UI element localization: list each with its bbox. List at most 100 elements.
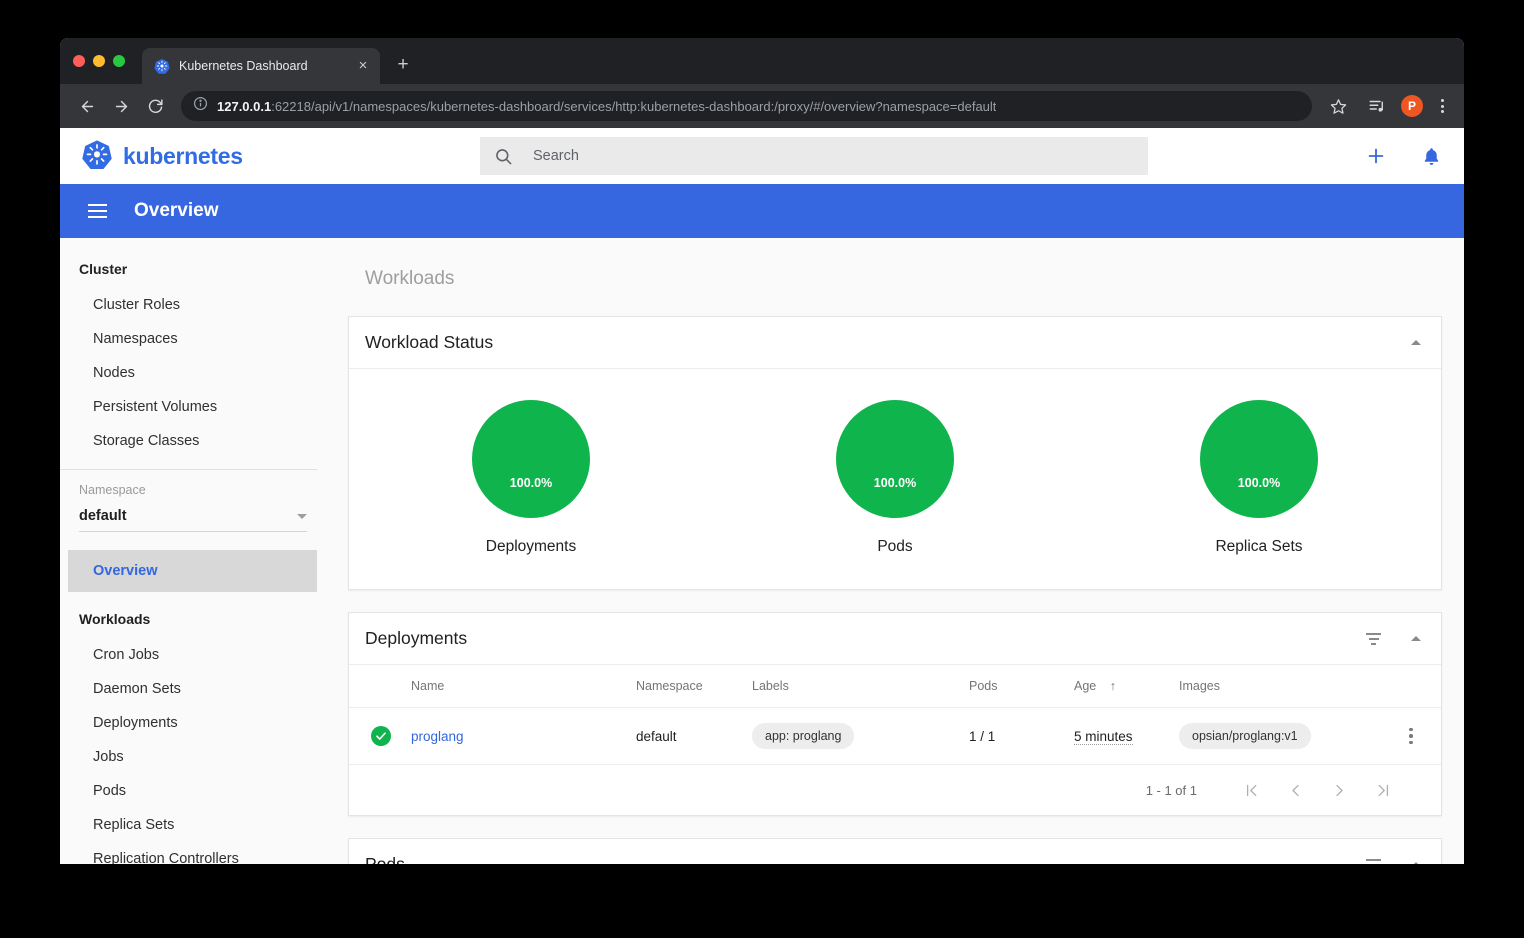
sidebar-item-jobs[interactable]: Jobs (60, 740, 329, 774)
deployments-table-body: proglang default app: proglang 1 / 1 5 m… (349, 707, 1441, 765)
column-labels[interactable]: Labels (746, 665, 963, 708)
sidebar-item-deployments[interactable]: Deployments (60, 706, 329, 740)
header-actions (1365, 145, 1442, 167)
close-tab-button[interactable]: × (354, 57, 372, 75)
reload-button[interactable] (140, 91, 170, 121)
column-name[interactable]: Name (405, 665, 630, 708)
sidebar-item-replication-controllers[interactable]: Replication Controllers (60, 842, 329, 864)
check-circle-icon (371, 726, 391, 746)
table-row[interactable]: proglang default app: proglang 1 / 1 5 m… (349, 707, 1441, 765)
workload-status-actions (1411, 340, 1421, 345)
back-button[interactable] (72, 91, 102, 121)
page-title: Overview (134, 200, 219, 221)
url-path: :62218/api/v1/namespaces/kubernetes-dash… (271, 98, 997, 114)
cell-age: 5 minutes (1068, 707, 1173, 765)
sidebar-item-daemon-sets[interactable]: Daemon Sets (60, 672, 329, 706)
browser-tab-title: Kubernetes Dashboard (179, 59, 308, 73)
kubernetes-icon (154, 58, 170, 74)
sidebar-item-overview[interactable]: Overview (68, 550, 317, 592)
deployments-table: Name Namespace Labels Pods Age ↑ Images (349, 665, 1441, 765)
app-header: kubernetes Search (60, 128, 1464, 184)
previous-page-button[interactable] (1273, 770, 1317, 810)
chart-label: Deployments (485, 538, 577, 555)
deployment-link[interactable]: proglang (411, 729, 464, 744)
url-host: 127.0.0.1 (217, 98, 272, 114)
close-window-button[interactable] (73, 55, 85, 67)
column-images[interactable]: Images (1173, 665, 1381, 708)
chart-pods: 100.0% Pods (713, 400, 1077, 556)
image-chip[interactable]: opsian/proglang:v1 (1179, 723, 1311, 749)
sidebar-item-pods[interactable]: Pods (60, 774, 329, 808)
new-tab-button[interactable]: + (392, 54, 414, 76)
star-icon[interactable] (1323, 91, 1353, 121)
pie-percent-label: 100.0% (509, 476, 553, 490)
create-resource-button[interactable] (1365, 145, 1387, 167)
pie-chart: 100.0% (1200, 400, 1318, 518)
avatar[interactable]: P (1401, 95, 1423, 117)
sidebar-item-storage-classes[interactable]: Storage Classes (60, 424, 329, 458)
search-input[interactable]: Search (480, 137, 1148, 175)
app-body: Cluster Cluster Roles Namespaces Nodes P… (60, 238, 1464, 864)
minimize-window-button[interactable] (93, 55, 105, 67)
kubernetes-helm-icon (82, 139, 112, 174)
brand-name: kubernetes (123, 142, 243, 169)
column-namespace[interactable]: Namespace (630, 665, 746, 708)
sidebar-group-cluster: Cluster (79, 261, 128, 277)
caret-up-icon[interactable] (1411, 862, 1421, 864)
search-placeholder: Search (533, 148, 579, 164)
table-header-row: Name Namespace Labels Pods Age ↑ Images (349, 665, 1441, 708)
first-page-button[interactable] (1229, 770, 1273, 810)
browser-toolbar-actions: P (1323, 91, 1452, 121)
bell-icon[interactable] (1421, 146, 1442, 167)
chart-label: Replica Sets (1215, 538, 1303, 555)
next-page-button[interactable] (1317, 770, 1361, 810)
label-chip[interactable]: app: proglang (752, 723, 855, 749)
page-content: kubernetes Search Overview Cluster Clust… (60, 128, 1464, 864)
sidebar-item-cluster-roles[interactable]: Cluster Roles (60, 288, 329, 322)
pie-chart: 100.0% (472, 400, 590, 518)
namespace-selector: Namespace default (60, 470, 329, 532)
breadcrumb: Workloads (365, 268, 455, 289)
workload-status-charts: 100.0% Deployments 100.0% Pods 100.0% Re… (349, 369, 1441, 589)
info-icon (193, 96, 208, 116)
three-dot-menu-icon[interactable] (1432, 99, 1452, 113)
browser-toolbar: 127.0.0.1:62218/api/v1/namespaces/kubern… (60, 84, 1464, 128)
column-age[interactable]: Age ↑ (1068, 665, 1173, 708)
chart-deployments: 100.0% Deployments (349, 400, 713, 556)
media-playlist-icon[interactable] (1362, 91, 1392, 121)
sidebar-item-nodes[interactable]: Nodes (60, 356, 329, 390)
chart-replica-sets: 100.0% Replica Sets (1077, 400, 1441, 556)
workload-status-header: Workload Status (349, 317, 1441, 369)
filter-icon[interactable] (1366, 632, 1381, 645)
sidebar-item-replica-sets[interactable]: Replica Sets (60, 808, 329, 842)
deployments-table-head: Name Namespace Labels Pods Age ↑ Images (349, 665, 1441, 708)
last-page-button[interactable] (1361, 770, 1405, 810)
maximize-window-button[interactable] (113, 55, 125, 67)
pie-percent-label: 100.0% (1237, 476, 1281, 490)
filter-icon[interactable] (1366, 858, 1381, 864)
browser-tab[interactable]: Kubernetes Dashboard × (142, 48, 380, 84)
three-dot-menu-icon[interactable] (1387, 727, 1435, 745)
sidebar-item-cron-jobs[interactable]: Cron Jobs (60, 638, 329, 672)
caret-up-icon[interactable] (1411, 636, 1421, 641)
caret-up-icon[interactable] (1411, 340, 1421, 345)
pods-title: Pods (365, 854, 405, 864)
search-icon (494, 147, 513, 166)
deployments-actions (1366, 632, 1421, 645)
sidebar-item-persistent-volumes[interactable]: Persistent Volumes (60, 390, 329, 424)
namespace-select[interactable]: default (79, 508, 307, 532)
column-pods[interactable]: Pods (963, 665, 1068, 708)
cell-actions (1381, 707, 1441, 765)
sidebar-item-namespaces[interactable]: Namespaces (60, 322, 329, 356)
forward-button[interactable] (106, 91, 136, 121)
pods-header: Pods (349, 839, 1441, 864)
pagination-count: 1 - 1 of 1 (1145, 782, 1197, 798)
app-toolbar: Overview (60, 184, 1464, 238)
address-bar-url: 127.0.0.1:62218/api/v1/namespaces/kubern… (217, 99, 996, 114)
cell-name: proglang (405, 707, 630, 765)
hamburger-menu-icon[interactable] (88, 204, 107, 218)
browser-window: Kubernetes Dashboard × + 127.0.0.1:62218… (60, 38, 1464, 864)
address-bar[interactable]: 127.0.0.1:62218/api/v1/namespaces/kubern… (181, 91, 1312, 121)
pods-card: Pods Name Namespace Labels (348, 838, 1442, 864)
brand-logo[interactable]: kubernetes (82, 139, 480, 174)
